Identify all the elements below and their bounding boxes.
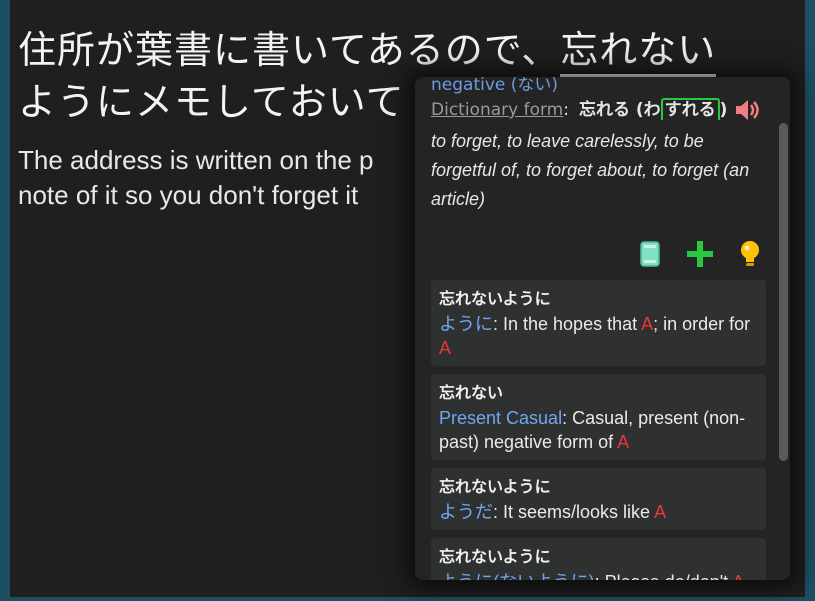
card-body: ようだ: It seems/looks like A [439, 500, 758, 524]
placeholder: A [641, 314, 654, 334]
dictionary-form-line: Dictionary form : 忘れる (わ すれる) [431, 95, 766, 125]
grammar-card[interactable]: 忘れないように ように: In the hopes that A; in ord… [431, 280, 766, 366]
card-body: ように: In the hopes that A; in order for A [439, 312, 758, 360]
grammar-text-2: ; in order for [653, 314, 751, 334]
grammar-text: : Please do/don't [595, 572, 733, 580]
hovered-word[interactable]: 忘れない [560, 28, 717, 78]
grammar-card[interactable]: 忘れないように ようだ: It seems/looks like A [431, 468, 766, 530]
placeholder: A [617, 432, 630, 452]
jp-before: 住所が葉書に書いてあるので、 [18, 28, 561, 72]
grammar-name: ように(ないように) [439, 572, 595, 580]
dictionary-word: 忘れる (わ すれる) [579, 95, 727, 125]
grammar-name: Present Casual [439, 408, 563, 428]
en-line1: The address is written on the p [18, 145, 374, 175]
book-icon[interactable] [636, 239, 664, 269]
card-body: ように(ないように): Please do/don't A [439, 570, 758, 580]
dictionary-form-link[interactable]: Dictionary form [431, 95, 563, 125]
dict-colon: : [563, 100, 569, 120]
grammar-card[interactable]: 忘れないように ように(ないように): Please do/don't A [431, 538, 766, 580]
placeholder: A [654, 502, 667, 522]
card-title: 忘れない [439, 385, 504, 402]
grammar-name: ように [439, 314, 493, 334]
grammar-card[interactable]: 忘れない Present Casual: Casual, present (no… [431, 374, 766, 460]
grammar-text: : It seems/looks like [493, 502, 655, 522]
reading-close: ) [719, 100, 728, 120]
card-title: 忘れないように [439, 291, 551, 308]
grammar-list: 忘れないように ように: In the hopes that A; in ord… [431, 280, 766, 580]
definition: to forget, to leave carelessly, to be fo… [431, 131, 750, 209]
plus-icon[interactable] [686, 239, 714, 269]
reading-selection: すれる [660, 98, 720, 120]
speaker-icon[interactable] [733, 98, 761, 122]
card-title: 忘れないように [439, 549, 551, 566]
popup-scrollbar[interactable] [779, 123, 788, 461]
lightbulb-icon[interactable] [736, 239, 764, 269]
window-edge [805, 0, 815, 601]
grammar-text: : In the hopes that [493, 314, 642, 334]
placeholder-2: A [439, 338, 452, 358]
card-title: 忘れないように [439, 479, 551, 496]
conjugation-form: negative (ない) [431, 77, 559, 95]
reading-open: (わ [635, 100, 661, 120]
grammar-name: ようだ [439, 502, 493, 522]
card-body: Present Casual: Casual, present (non-pas… [439, 406, 758, 454]
dictionary-popup[interactable]: negative (ない) Dictionary form : 忘れる (わ すれ… [415, 77, 790, 580]
jp-line2: ようにメモしておいて [18, 80, 405, 124]
popup-actions [431, 236, 766, 272]
en-line2: note of it so you don't forget it [18, 180, 359, 210]
dict-kanji: 忘れる [578, 100, 630, 120]
placeholder: A [732, 572, 744, 580]
